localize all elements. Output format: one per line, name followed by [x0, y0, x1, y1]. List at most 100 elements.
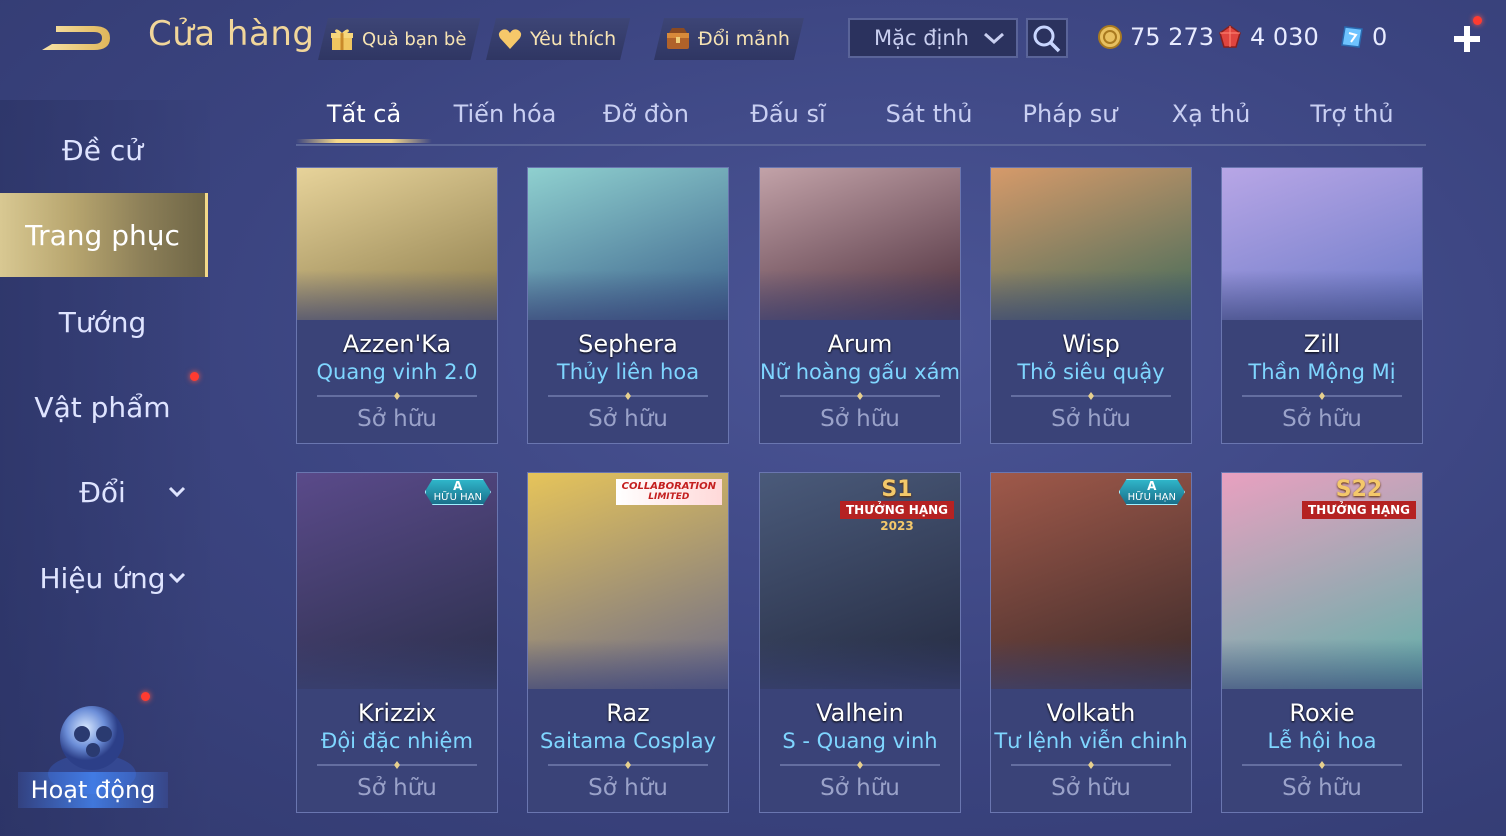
skin-card[interactable]: Valhein S - Quang vinh Sở hữu S1 THƯỞNG HẠNG…	[759, 472, 961, 813]
hero-name: Wisp	[1062, 330, 1120, 358]
badge-text: THƯỞNG HẠNG	[839, 501, 954, 519]
skin-card[interactable]: Roxie Lễ hội hoa Sở hữu S22 THƯỞNG HẠNG	[1221, 472, 1423, 813]
ornament-divider	[317, 761, 477, 769]
tab-tank[interactable]: Đỡ đòn	[578, 100, 714, 140]
skin-card[interactable]: Krizzix Đội đặc nhiệm Sở hữu A HỮU HẠN	[296, 472, 498, 813]
sidebar-item-exchange[interactable]: Đổi	[0, 460, 205, 524]
hero-name: Krizzix	[357, 699, 437, 727]
sidebar-item-items[interactable]: Vật phẩm	[0, 375, 205, 439]
owned-status: Sở hữu	[1282, 775, 1362, 801]
shard-exchange-label: Đổi mảnh	[698, 28, 790, 50]
badge-text: THƯỞNG HẠNG	[1301, 501, 1416, 519]
tab-support[interactable]: Trợ thủ	[1284, 100, 1420, 140]
tab-label: Pháp sư	[1022, 100, 1118, 128]
skin-name: Nữ hoàng gấu xám	[760, 360, 960, 384]
badge-sub: 2023	[880, 519, 914, 533]
skin-name: Lễ hội hoa	[1267, 729, 1377, 753]
back-arrow-icon	[42, 26, 110, 50]
owned-status: Sở hữu	[1282, 406, 1362, 432]
sidebar-item-effects[interactable]: Hiệu ứng	[0, 546, 205, 610]
sidebar-item-skins[interactable]: Trang phục	[0, 193, 208, 277]
voucher-blue-currency: 0	[1338, 20, 1387, 54]
tab-marksman[interactable]: Xạ thủ	[1143, 100, 1279, 140]
limited-badge: A HỮU HẠN	[1119, 479, 1185, 505]
sidebar-item-label: Vật phẩm	[34, 390, 171, 424]
hero-name: Zill	[1303, 330, 1341, 358]
ornament-divider	[548, 392, 708, 400]
top-up-button[interactable]	[1448, 20, 1486, 58]
gold-coin-icon	[1098, 25, 1122, 49]
tab-fighter[interactable]: Đấu sĩ	[720, 100, 856, 140]
badge-top: A	[1147, 479, 1157, 493]
hero-name: Raz	[606, 699, 650, 727]
chevron-down-icon	[984, 32, 1004, 45]
gold-currency: 75 273	[1096, 20, 1214, 54]
sidebar-item-label: Hiệu ứng	[39, 561, 166, 595]
sort-value: Mặc định	[874, 26, 969, 50]
ornament-divider	[1242, 761, 1402, 769]
sort-dropdown[interactable]: Mặc định	[848, 18, 1018, 58]
owned-status: Sở hữu	[588, 406, 668, 432]
favorites-button[interactable]: Yêu thích	[486, 18, 630, 60]
skin-card[interactable]: Volkath Tư lệnh viễn chinh Sở hữu A HỮU HẠN	[990, 472, 1192, 813]
owned-status: Sở hữu	[1051, 775, 1131, 801]
tab-label: Tất cả	[326, 100, 402, 128]
chevron-down-icon	[168, 486, 186, 498]
favorites-label: Yêu thích	[530, 28, 617, 50]
gift-icon	[328, 25, 356, 53]
tab-evolution[interactable]: Tiến hóa	[437, 100, 573, 140]
skin-card[interactable]: Azzen'Ka Quang vinh 2.0 Sở hữu	[296, 167, 498, 444]
badge-top: S1	[881, 477, 913, 502]
friend-gift-label: Quà bạn bè	[362, 28, 467, 50]
badge-top: S22	[1335, 477, 1383, 502]
hero-name: Valhein	[816, 699, 904, 727]
badge-text: COLLABORATION	[621, 481, 716, 492]
sidebar-item-featured[interactable]: Đề cử	[0, 118, 205, 182]
badge-sub: LIMITED	[648, 492, 690, 502]
hero-name: Sephera	[578, 330, 678, 358]
voucher-red-currency: 4 030	[1216, 20, 1319, 54]
limited-badge: S22 THƯỞNG HẠNG	[1301, 477, 1416, 519]
notification-dot	[190, 372, 199, 381]
skin-card[interactable]: Arum Nữ hoàng gấu xám Sở hữu	[759, 167, 961, 444]
sidebar-item-label: Tướng	[58, 305, 147, 339]
search-icon	[1033, 25, 1061, 53]
skin-card[interactable]: Zill Thần Mộng Mị Sở hữu	[1221, 167, 1423, 444]
search-button[interactable]	[1026, 18, 1068, 58]
owned-status: Sở hữu	[588, 775, 668, 801]
tab-all[interactable]: Tất cả	[296, 100, 432, 143]
notification-dot	[141, 692, 150, 701]
category-tabs: Tất cả Tiến hóa Đỡ đòn Đấu sĩ Sát thủ Ph…	[296, 92, 1426, 146]
ornament-divider	[780, 392, 940, 400]
gold-amount: 75 273	[1130, 23, 1214, 51]
hero-name: Arum	[827, 330, 893, 358]
skin-name: Saitama Cosplay	[539, 729, 717, 753]
owned-status: Sở hữu	[820, 775, 900, 801]
hero-name: Volkath	[1046, 699, 1136, 727]
tab-label: Xạ thủ	[1171, 100, 1251, 128]
owned-status: Sở hữu	[357, 406, 437, 432]
skin-card[interactable]: Wisp Thỏ siêu quậy Sở hữu	[990, 167, 1192, 444]
sidebar-item-label: Đề cử	[62, 133, 143, 167]
ornament-divider	[317, 392, 477, 400]
active-tab-underline	[296, 139, 432, 143]
back-button[interactable]	[36, 18, 116, 58]
owned-status: Sở hữu	[820, 406, 900, 432]
friend-gift-button[interactable]: Quà bạn bè	[318, 18, 480, 60]
skin-name: Thần Mộng Mị	[1248, 360, 1396, 384]
tab-label: Đấu sĩ	[750, 100, 826, 128]
skin-card[interactable]: Sephera Thủy liên hoa Sở hữu	[527, 167, 729, 444]
tab-mage[interactable]: Pháp sư	[1002, 100, 1138, 140]
chevron-down-icon	[168, 572, 186, 584]
hero-name: Roxie	[1289, 699, 1355, 727]
sidebar-item-heroes[interactable]: Tướng	[0, 290, 205, 354]
tab-label: Trợ thủ	[1310, 100, 1394, 128]
skin-name: Thủy liên hoa	[556, 360, 700, 384]
limited-badge: A HỮU HẠN	[425, 479, 491, 505]
shard-exchange-button[interactable]: Đổi mảnh	[654, 18, 804, 60]
blue-voucher-amount: 0	[1372, 23, 1388, 51]
badge-text: HỮU HẠN	[1127, 492, 1176, 503]
tab-assassin[interactable]: Sát thủ	[861, 100, 997, 140]
red-gem-icon	[1219, 25, 1241, 48]
skin-card[interactable]: Raz Saitama Cosplay Sở hữu COLLABORATION LIM…	[527, 472, 729, 813]
